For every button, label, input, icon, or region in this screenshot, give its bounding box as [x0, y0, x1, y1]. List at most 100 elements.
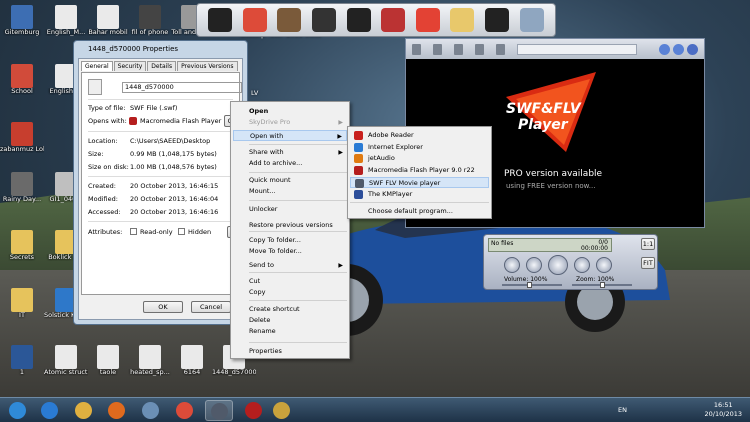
menu-item-copy-to-folder[interactable]: Copy To folder... [233, 235, 347, 246]
menu-item-delete[interactable]: Delete [233, 315, 347, 326]
menu-item-open-with[interactable]: Open with ▶ [233, 130, 347, 141]
menu-item-restore-previous-versions[interactable]: Restore previous versions [233, 220, 347, 231]
readonly-checkbox[interactable] [130, 228, 137, 235]
desktop-icon[interactable]: taole [86, 345, 130, 376]
fit-button[interactable]: FIT [641, 257, 655, 269]
menu-item-label: SkyDrive Pro [249, 118, 291, 126]
books-icon[interactable] [277, 8, 302, 32]
menu-item-send-to[interactable]: Send to ▶ [233, 260, 347, 271]
desktop-icon-label: Rainy Day... [2, 196, 42, 203]
desktop-icon[interactable]: 1 [0, 345, 44, 376]
help-button[interactable] [673, 44, 684, 55]
menu-item-quick-mount[interactable]: Quick mount [233, 175, 347, 186]
close-button[interactable] [687, 44, 698, 55]
file-icon [55, 5, 77, 29]
taskbar-flash[interactable] [240, 400, 268, 421]
menu-item-open[interactable]: Open [233, 106, 347, 117]
menu-item-copy[interactable]: Copy [233, 287, 347, 298]
film-icon[interactable] [346, 8, 371, 32]
taskbar-network[interactable] [137, 400, 165, 421]
previous-button[interactable] [504, 257, 520, 273]
time-text: 00:00:00 [581, 245, 608, 252]
taskbar-media-player[interactable] [103, 400, 131, 421]
headphones-icon[interactable] [312, 8, 337, 32]
desktop-icon[interactable]: Atomic structure [44, 345, 88, 376]
logo-line-1: SWF&FLV [506, 101, 581, 117]
desktop-icon[interactable]: 6164 [170, 345, 214, 376]
ratio-button[interactable]: 1:1 [641, 238, 655, 250]
language-indicator[interactable]: EN [618, 406, 627, 414]
zoom-knob[interactable] [599, 282, 605, 288]
dice-icon[interactable] [381, 8, 406, 32]
checklist-icon[interactable] [450, 8, 475, 32]
recycle-bin-icon[interactable] [519, 8, 544, 32]
play-button[interactable] [548, 255, 568, 275]
volume-knob[interactable] [526, 282, 532, 288]
hidden-checkbox[interactable] [178, 228, 185, 235]
desktop-icon[interactable]: Rainy Day... [0, 172, 44, 203]
ok-button[interactable]: OK [143, 301, 183, 313]
desktop-icon[interactable]: Bahar mobil [86, 5, 130, 36]
play-icon[interactable] [475, 43, 484, 55]
menu-item-unlocker[interactable]: Unlocker [233, 204, 347, 215]
briefcase-icon[interactable] [485, 8, 510, 32]
menu-item-properties[interactable]: Properties [233, 346, 347, 357]
menu-separator [249, 272, 347, 273]
menu-item-skydrive-pro[interactable]: SkyDrive Pro ▶ [233, 117, 347, 128]
open-with-item[interactable]: Macromedia Flash Player 9.0 r22 [350, 165, 489, 176]
desktop-icon[interactable]: Gitemburg [0, 5, 44, 36]
open-with-item[interactable]: Adobe Reader [350, 130, 489, 141]
filename-field[interactable]: 1448_d570000 [122, 82, 242, 93]
hidden-label: Hidden [188, 228, 212, 236]
open-with-item[interactable]: Internet Explorer [350, 142, 489, 153]
tab-general[interactable]: General [81, 61, 113, 71]
desktop-icon[interactable]: zabanmuz Lohebartar [0, 122, 44, 153]
app-p-icon[interactable] [415, 8, 440, 32]
taskbar-start-orb[interactable] [4, 400, 32, 421]
desktop-icon[interactable]: English_M... [44, 5, 88, 36]
tab-previous-versions[interactable]: Previous Versions [177, 61, 238, 71]
desktop-icon[interactable]: School [0, 64, 44, 95]
open-with-item[interactable]: SWF FLV Movie player [350, 177, 489, 188]
chevron-right-icon: ▶ [337, 133, 342, 140]
taskbar-ie[interactable] [36, 400, 64, 421]
tab-details[interactable]: Details [147, 61, 177, 71]
open-with-item[interactable]: The KMPlayer [350, 189, 489, 200]
desktop-icon[interactable]: IT [0, 288, 44, 319]
desktop-icon[interactable]: Secrets [0, 230, 44, 261]
desktop-icon[interactable]: heated_sp... [128, 345, 172, 376]
minimize-button[interactable] [659, 44, 670, 55]
tab-security[interactable]: Security [113, 61, 147, 71]
taskbar-explorer[interactable] [70, 400, 98, 421]
menu-item-create-shortcut[interactable]: Create shortcut [233, 304, 347, 315]
clock[interactable]: 16:51 20/10/2013 [705, 401, 742, 419]
menu-item-mount[interactable]: Mount... [233, 186, 347, 197]
monitor-icon[interactable] [208, 8, 233, 32]
taskbar-lock[interactable] [268, 400, 296, 421]
menu-item-rename[interactable]: Rename [233, 326, 347, 337]
address-field[interactable] [517, 43, 637, 55]
open-with-label: Macromedia Flash Player 9.0 r22 [368, 166, 475, 174]
volume-slider[interactable] [502, 282, 562, 288]
cancel-button[interactable]: Cancel [191, 301, 231, 313]
capture-icon[interactable] [496, 43, 505, 55]
type-label: Type of file: [88, 104, 126, 112]
desktop-icon[interactable]: fil of phone [128, 5, 172, 36]
forward-button[interactable] [574, 257, 590, 273]
rewind-button[interactable] [526, 257, 542, 273]
open-with-item[interactable]: Choose default program... [350, 206, 489, 217]
chrome-icon[interactable] [242, 8, 267, 32]
page-icon[interactable] [454, 43, 463, 55]
file-icon[interactable] [412, 43, 421, 55]
menu-item-share-with[interactable]: Share with ▶ [233, 147, 347, 158]
taskbar-swf-player[interactable] [205, 400, 233, 421]
menu-item-add-to-archive[interactable]: Add to archive... [233, 158, 347, 169]
open-with-item[interactable]: jetAudio [350, 153, 489, 164]
taskbar-chrome[interactable] [171, 400, 199, 421]
zoom-slider[interactable] [572, 282, 632, 288]
menu-item-cut[interactable]: Cut [233, 276, 347, 287]
chrome-icon [176, 402, 193, 419]
menu-item-move-to-folder[interactable]: Move To folder... [233, 246, 347, 257]
folder-icon[interactable] [433, 43, 442, 55]
next-button[interactable] [596, 257, 612, 273]
